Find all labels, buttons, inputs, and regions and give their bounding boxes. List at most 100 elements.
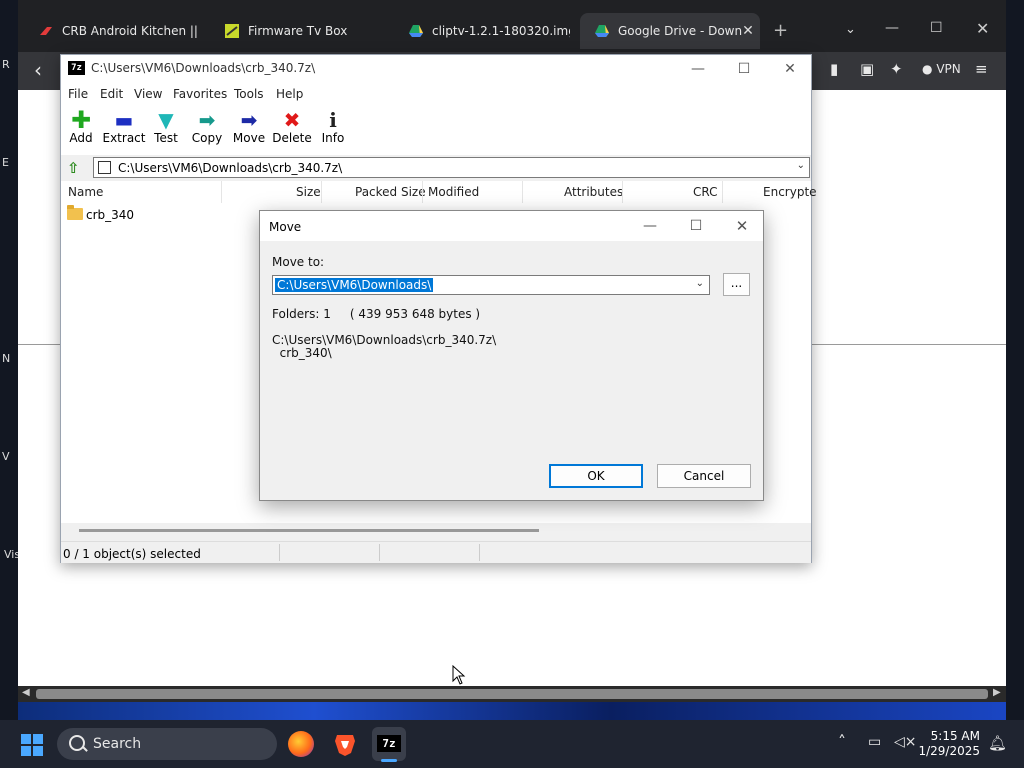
tray-chevron-up-icon[interactable]: ˄ bbox=[838, 732, 846, 751]
sevenzip-toolbar: ✚ Add ▬ Extract ▼ Test ➡ Copy ➡ Move ✖ D… bbox=[61, 105, 811, 156]
taskbar-search[interactable]: Search bbox=[57, 728, 277, 760]
list-item[interactable]: crb_340 bbox=[61, 203, 261, 225]
close-icon[interactable]: ✕ bbox=[742, 23, 754, 39]
sevenzip-taskbar-icon[interactable]: 7z bbox=[372, 727, 406, 762]
wallet-icon[interactable]: ▣ bbox=[860, 60, 874, 78]
cancel-button[interactable]: Cancel bbox=[657, 464, 751, 488]
chevron-down-icon[interactable]: ⌄ bbox=[696, 278, 704, 289]
column-separator[interactable] bbox=[321, 181, 322, 203]
column-separator[interactable] bbox=[522, 181, 523, 203]
move-dialog-title-bar[interactable]: Move — ☐ ✕ bbox=[260, 211, 763, 241]
browse-button[interactable]: ... bbox=[723, 273, 750, 296]
taskbar-clock[interactable]: 5:15 AM 1/29/2025 bbox=[918, 729, 980, 759]
move-button[interactable]: ➡ Move bbox=[231, 109, 267, 145]
minimize-icon[interactable]: — bbox=[675, 57, 721, 81]
test-button[interactable]: ▼ Test bbox=[150, 109, 182, 145]
column-name[interactable]: Name bbox=[68, 185, 103, 199]
vpn-button[interactable]: ● VPN bbox=[922, 62, 961, 76]
maximize-icon[interactable]: ☐ bbox=[673, 214, 719, 238]
delete-button[interactable]: ✖ Delete bbox=[272, 109, 312, 145]
browser-tab-title: CRB Android Kitchen || Cu bbox=[62, 24, 200, 38]
folders-info: Folders: 1 ( 439 953 648 bytes ) bbox=[272, 307, 481, 321]
minimize-icon[interactable]: — bbox=[627, 214, 673, 238]
column-header-row: Name Size Packed Size Modified Attribute… bbox=[61, 181, 817, 204]
source-path: C:\Users\VM6\Downloads\crb_340.7z\ bbox=[272, 333, 497, 347]
search-label: Search bbox=[93, 736, 142, 752]
destination-path-selected[interactable]: C:\Users\VM6\Downloads\ bbox=[275, 278, 434, 292]
folder-up-icon[interactable]: ⇧ bbox=[67, 159, 80, 177]
column-separator[interactable] bbox=[622, 181, 623, 203]
sevenzip-logo-icon: 7z bbox=[377, 735, 401, 752]
sevenzip-title-bar[interactable]: 7z C:\Users\VM6\Downloads\crb_340.7z\ — … bbox=[61, 55, 811, 83]
column-separator[interactable] bbox=[221, 181, 222, 203]
google-drive-icon bbox=[408, 23, 424, 39]
sevenzip-title: C:\Users\VM6\Downloads\crb_340.7z\ bbox=[91, 61, 316, 75]
move-to-label: Move to: bbox=[272, 255, 325, 269]
add-icon: ✚ bbox=[70, 106, 92, 134]
column-separator[interactable] bbox=[722, 181, 723, 203]
firefox-icon[interactable] bbox=[288, 731, 314, 757]
column-separator[interactable] bbox=[422, 181, 423, 203]
maximize-icon[interactable]: ☐ bbox=[930, 20, 943, 36]
volume-muted-icon[interactable]: ◁× bbox=[894, 734, 917, 750]
menu-favorites[interactable]: Favorites bbox=[173, 87, 227, 101]
ok-button[interactable]: OK bbox=[549, 464, 643, 488]
minimize-icon[interactable]: — bbox=[885, 20, 899, 36]
search-icon bbox=[69, 735, 85, 751]
info-label: Info bbox=[321, 131, 345, 145]
google-drive-icon bbox=[594, 23, 610, 39]
browser-tab[interactable]: CRB Android Kitchen || Cu bbox=[24, 13, 200, 49]
leo-ai-icon[interactable]: ✦ bbox=[890, 60, 903, 78]
copy-button[interactable]: ➡ Copy bbox=[189, 109, 225, 145]
info-button[interactable]: i Info bbox=[319, 109, 347, 145]
delete-x-icon: ✖ bbox=[283, 108, 301, 132]
menu-hamburger-icon[interactable]: ≡ bbox=[975, 60, 988, 78]
close-window-icon[interactable]: ✕ bbox=[976, 19, 989, 38]
extract-button[interactable]: ▬ Extract bbox=[101, 109, 147, 145]
folder-icon bbox=[67, 205, 83, 220]
menu-file[interactable]: File bbox=[68, 87, 88, 101]
status-divider bbox=[479, 544, 480, 561]
desktop-wallpaper bbox=[18, 702, 1006, 720]
browser-tab-title: Firmware Tv Box bbox=[248, 24, 348, 38]
sevenzip-menu-bar: File Edit View Favorites Tools Help bbox=[61, 83, 811, 105]
info-icon: i bbox=[329, 108, 337, 132]
close-icon[interactable]: ✕ bbox=[767, 57, 813, 81]
copy-arrow-icon: ➡ bbox=[198, 108, 216, 132]
destination-combobox[interactable]: C:\Users\VM6\Downloads\ ⌄ bbox=[272, 275, 710, 295]
column-modified[interactable]: Modified bbox=[428, 185, 479, 199]
column-packed-size[interactable]: Packed Size bbox=[355, 185, 426, 199]
scroll-right-icon[interactable]: ▶ bbox=[993, 687, 1001, 698]
menu-help[interactable]: Help bbox=[276, 87, 303, 101]
column-crc[interactable]: CRC bbox=[693, 185, 718, 199]
browser-tab[interactable]: Firmware Tv Box bbox=[210, 13, 390, 49]
column-size[interactable]: Size bbox=[296, 185, 321, 199]
notification-bell-icon[interactable]: 🔔︎ bbox=[988, 734, 1007, 752]
menu-view[interactable]: View bbox=[134, 87, 162, 101]
windows-start-icon[interactable] bbox=[21, 734, 43, 756]
browser-tab[interactable]: cliptv-1.2.1-180320.img · bbox=[394, 13, 570, 49]
maximize-icon[interactable]: ☐ bbox=[721, 57, 767, 81]
column-attributes[interactable]: Attributes bbox=[564, 185, 623, 199]
chevron-down-icon[interactable]: ⌄ bbox=[797, 160, 805, 171]
desktop-icon-label: E bbox=[2, 156, 9, 169]
address-input[interactable]: C:\Users\VM6\Downloads\crb_340.7z\ ⌄ bbox=[93, 157, 810, 178]
source-item: crb_340\ bbox=[272, 346, 332, 360]
add-button[interactable]: ✚ Add bbox=[65, 106, 97, 145]
tab-search-chevron-icon[interactable]: ⌄ bbox=[845, 22, 856, 37]
column-encrypted[interactable]: Encrypte bbox=[763, 185, 817, 199]
close-icon[interactable]: ✕ bbox=[719, 214, 765, 238]
back-arrow-icon[interactable]: ‹ bbox=[34, 58, 42, 82]
sidebar-icon[interactable]: ▮ bbox=[830, 60, 838, 78]
scroll-left-icon[interactable]: ◀ bbox=[22, 687, 30, 698]
menu-edit[interactable]: Edit bbox=[100, 87, 123, 101]
network-icon[interactable]: ▭ bbox=[868, 734, 881, 750]
test-label: Test bbox=[154, 131, 178, 145]
brave-icon[interactable] bbox=[332, 731, 358, 757]
browser-tab-active[interactable]: Google Drive - Down ✕ bbox=[580, 13, 760, 49]
menu-tools[interactable]: Tools bbox=[234, 87, 264, 101]
move-arrow-icon: ➡ bbox=[240, 108, 258, 132]
browser-scroll-thumb[interactable] bbox=[36, 689, 988, 699]
new-tab-button[interactable]: + bbox=[773, 20, 788, 41]
file-list-scroll-thumb[interactable] bbox=[79, 529, 539, 532]
